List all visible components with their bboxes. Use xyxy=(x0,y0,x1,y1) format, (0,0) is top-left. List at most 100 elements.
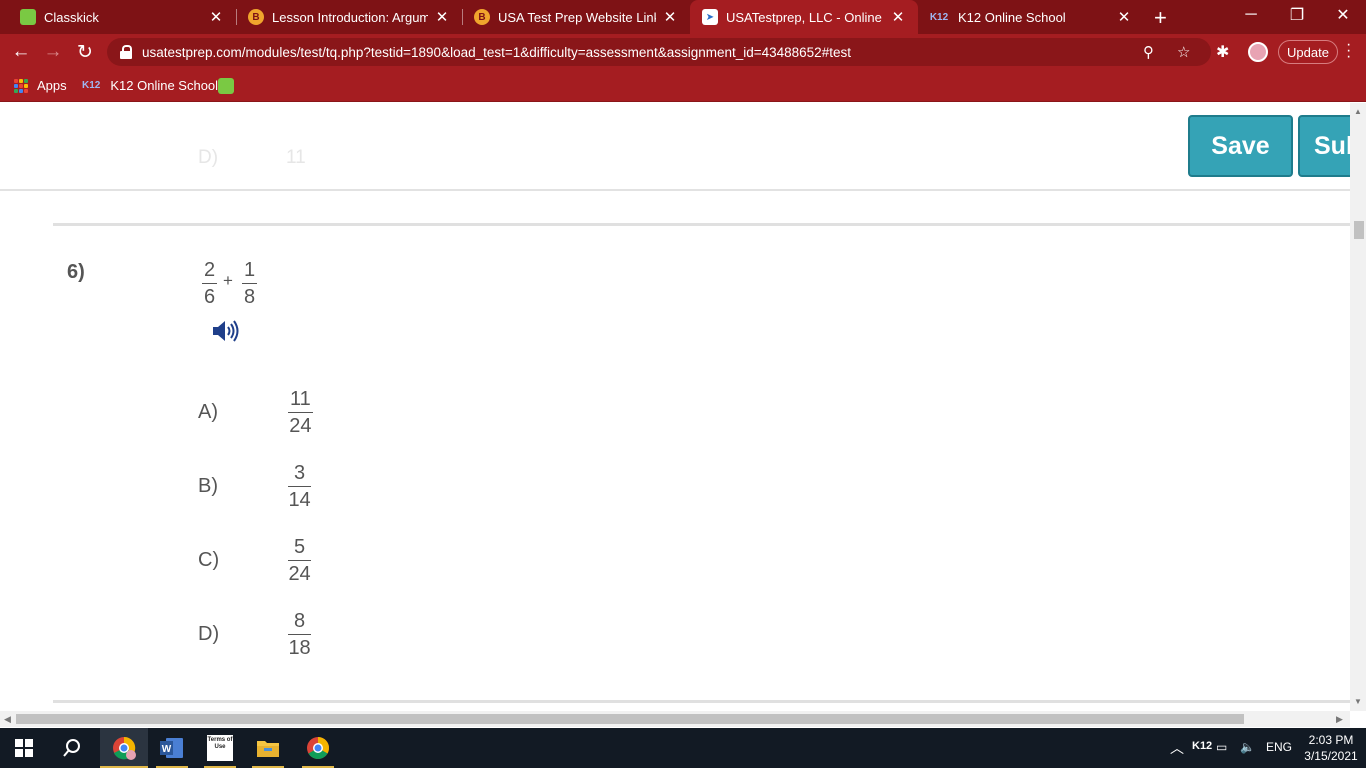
volume-icon[interactable]: 🔈 xyxy=(1240,740,1255,754)
option-label[interactable]: C) xyxy=(198,549,219,572)
option-fraction[interactable]: 5 24 xyxy=(288,536,312,585)
horizontal-scrollbar[interactable]: ◀ ▶ xyxy=(0,711,1350,727)
option-label[interactable]: B) xyxy=(198,475,218,498)
save-button[interactable]: Save xyxy=(1188,115,1293,177)
search-icon[interactable] xyxy=(48,728,96,768)
tab-title: USATestprep, LLC - Online State xyxy=(726,9,884,25)
question-divider xyxy=(53,223,1350,226)
tab-title: K12 Online School xyxy=(958,9,1066,25)
option-fraction[interactable]: 3 14 xyxy=(288,462,312,511)
language-indicator[interactable]: ENG xyxy=(1266,740,1292,754)
chevron-up-icon[interactable]: ︿ xyxy=(1170,738,1184,758)
previous-option-label: D) xyxy=(198,147,219,168)
reload-icon[interactable]: ↻ xyxy=(72,39,98,65)
denominator: 18 xyxy=(288,637,311,659)
numerator: 2 xyxy=(202,259,218,284)
update-button[interactable]: Update xyxy=(1278,40,1338,64)
tab-usatestprep-active[interactable]: ➤ USATestprep, LLC - Online State ✕ xyxy=(690,0,918,34)
new-tab-button[interactable]: + xyxy=(1154,5,1167,31)
profile-avatar[interactable] xyxy=(1248,42,1268,62)
battery-icon[interactable]: ▭ xyxy=(1216,740,1227,754)
classkick-icon xyxy=(20,9,36,25)
scroll-left-icon[interactable]: ◀ xyxy=(4,714,11,725)
scroll-thumb[interactable] xyxy=(1354,221,1364,239)
chrome-profile-icon[interactable] xyxy=(100,728,148,768)
tab-title: USA Test Prep Website Link xyxy=(498,9,656,25)
url-text[interactable]: usatestprep.com/modules/test/tq.php?test… xyxy=(142,45,851,60)
minimize-icon[interactable]: ─ xyxy=(1228,0,1274,30)
numerator: 5 xyxy=(288,536,312,561)
tab-classkick[interactable]: Classkick ✕ xyxy=(0,0,236,34)
plus-operator: + xyxy=(223,271,233,290)
more-menu-icon[interactable]: · · · xyxy=(1346,37,1352,65)
denominator: 14 xyxy=(288,489,311,511)
bookshelf-icon: B xyxy=(248,9,264,25)
windows-taskbar: W Terms of Use ︿ K12 ▭ 🔈 ENG 2:03 PM 3/1… xyxy=(0,728,1366,768)
tab-title: Lesson Introduction: Argument xyxy=(272,9,428,25)
bookmark-label: K12 Online School xyxy=(110,78,219,93)
tab-lesson-introduction[interactable]: B Lesson Introduction: Argument ✕ xyxy=(236,0,462,34)
close-icon[interactable]: ✕ xyxy=(890,8,906,26)
numerator: 1 xyxy=(242,259,258,284)
numerator: 11 xyxy=(288,388,313,413)
option-label[interactable]: D) xyxy=(198,623,219,646)
numerator: 8 xyxy=(288,610,312,635)
scroll-up-icon[interactable]: ▲ xyxy=(1354,107,1362,116)
scroll-thumb[interactable] xyxy=(16,714,1244,724)
bookmark-k12[interactable]: K12 K12 Online School xyxy=(82,78,218,93)
denominator: 24 xyxy=(288,563,311,585)
denominator: 6 xyxy=(204,286,216,308)
windows-start-icon[interactable] xyxy=(0,728,48,768)
question-number: 6) xyxy=(67,261,85,283)
bookmark-classkick[interactable] xyxy=(218,78,234,94)
test-action-header: D) 11 Save Sub xyxy=(0,103,1350,191)
close-icon[interactable]: ✕ xyxy=(434,8,450,26)
terms-of-use-label: Terms of Use xyxy=(207,735,233,761)
lock-icon[interactable] xyxy=(120,45,132,59)
classkick-icon xyxy=(218,78,234,94)
forward-arrow-icon[interactable]: → xyxy=(40,39,66,65)
word-icon[interactable]: W xyxy=(148,728,196,768)
back-arrow-icon[interactable]: ← xyxy=(8,39,34,65)
close-icon[interactable]: ✕ xyxy=(1116,8,1132,26)
scroll-down-icon[interactable]: ▼ xyxy=(1354,697,1362,706)
apps-grid-icon xyxy=(14,78,28,93)
bookmark-apps[interactable]: Apps xyxy=(14,78,67,93)
close-icon[interactable]: ✕ xyxy=(208,8,224,26)
tab-k12[interactable]: K12 K12 Online School ✕ xyxy=(918,0,1144,34)
option-fraction[interactable]: 11 24 xyxy=(288,388,313,437)
star-icon[interactable]: ☆ xyxy=(1177,43,1190,61)
denominator: 24 xyxy=(289,415,312,437)
submit-button[interactable]: Sub xyxy=(1298,115,1350,177)
expression-fraction-left: 2 6 xyxy=(202,259,218,308)
chrome-icon[interactable] xyxy=(294,728,342,768)
tab-usa-test-prep-link[interactable]: B USA Test Prep Website Link ✕ xyxy=(462,0,690,34)
tab-title: Classkick xyxy=(44,9,99,25)
restore-icon[interactable]: ❐ xyxy=(1274,0,1320,30)
close-window-icon[interactable]: ✕ xyxy=(1320,0,1366,30)
option-fraction[interactable]: 8 18 xyxy=(288,610,312,659)
option-label[interactable]: A) xyxy=(198,401,218,424)
expression-fraction-right: 1 8 xyxy=(242,259,258,308)
terms-of-use-icon[interactable]: Terms of Use xyxy=(196,728,244,768)
bookmark-label: Apps xyxy=(37,78,67,93)
k12-icon: K12 xyxy=(929,11,949,23)
vertical-scrollbar[interactable]: ▲ ▼ xyxy=(1350,103,1366,711)
system-clock[interactable]: 2:03 PM 3/15/2021 xyxy=(1300,732,1362,764)
numerator: 3 xyxy=(288,462,312,487)
clock-time: 2:03 PM xyxy=(1308,733,1354,747)
k12-tray-icon[interactable]: K12 xyxy=(1192,740,1212,752)
extensions-puzzle-icon[interactable]: ✱ xyxy=(1216,42,1229,62)
scroll-right-icon[interactable]: ▶ xyxy=(1336,714,1343,725)
bookshelf-icon: B xyxy=(474,9,490,25)
close-icon[interactable]: ✕ xyxy=(662,8,678,26)
k12-icon: K12 xyxy=(82,80,101,91)
clock-date: 3/15/2021 xyxy=(1304,749,1358,763)
denominator: 8 xyxy=(244,286,256,308)
tab-strip: Classkick ✕ B Lesson Introduction: Argum… xyxy=(0,0,1366,34)
speaker-icon[interactable] xyxy=(211,317,241,350)
address-bar[interactable]: usatestprep.com/modules/test/tq.php?test… xyxy=(107,38,1211,66)
file-explorer-icon[interactable] xyxy=(244,728,292,768)
zoom-icon[interactable]: ⚲ xyxy=(1143,43,1154,61)
usatestprep-icon: ➤ xyxy=(702,9,718,25)
